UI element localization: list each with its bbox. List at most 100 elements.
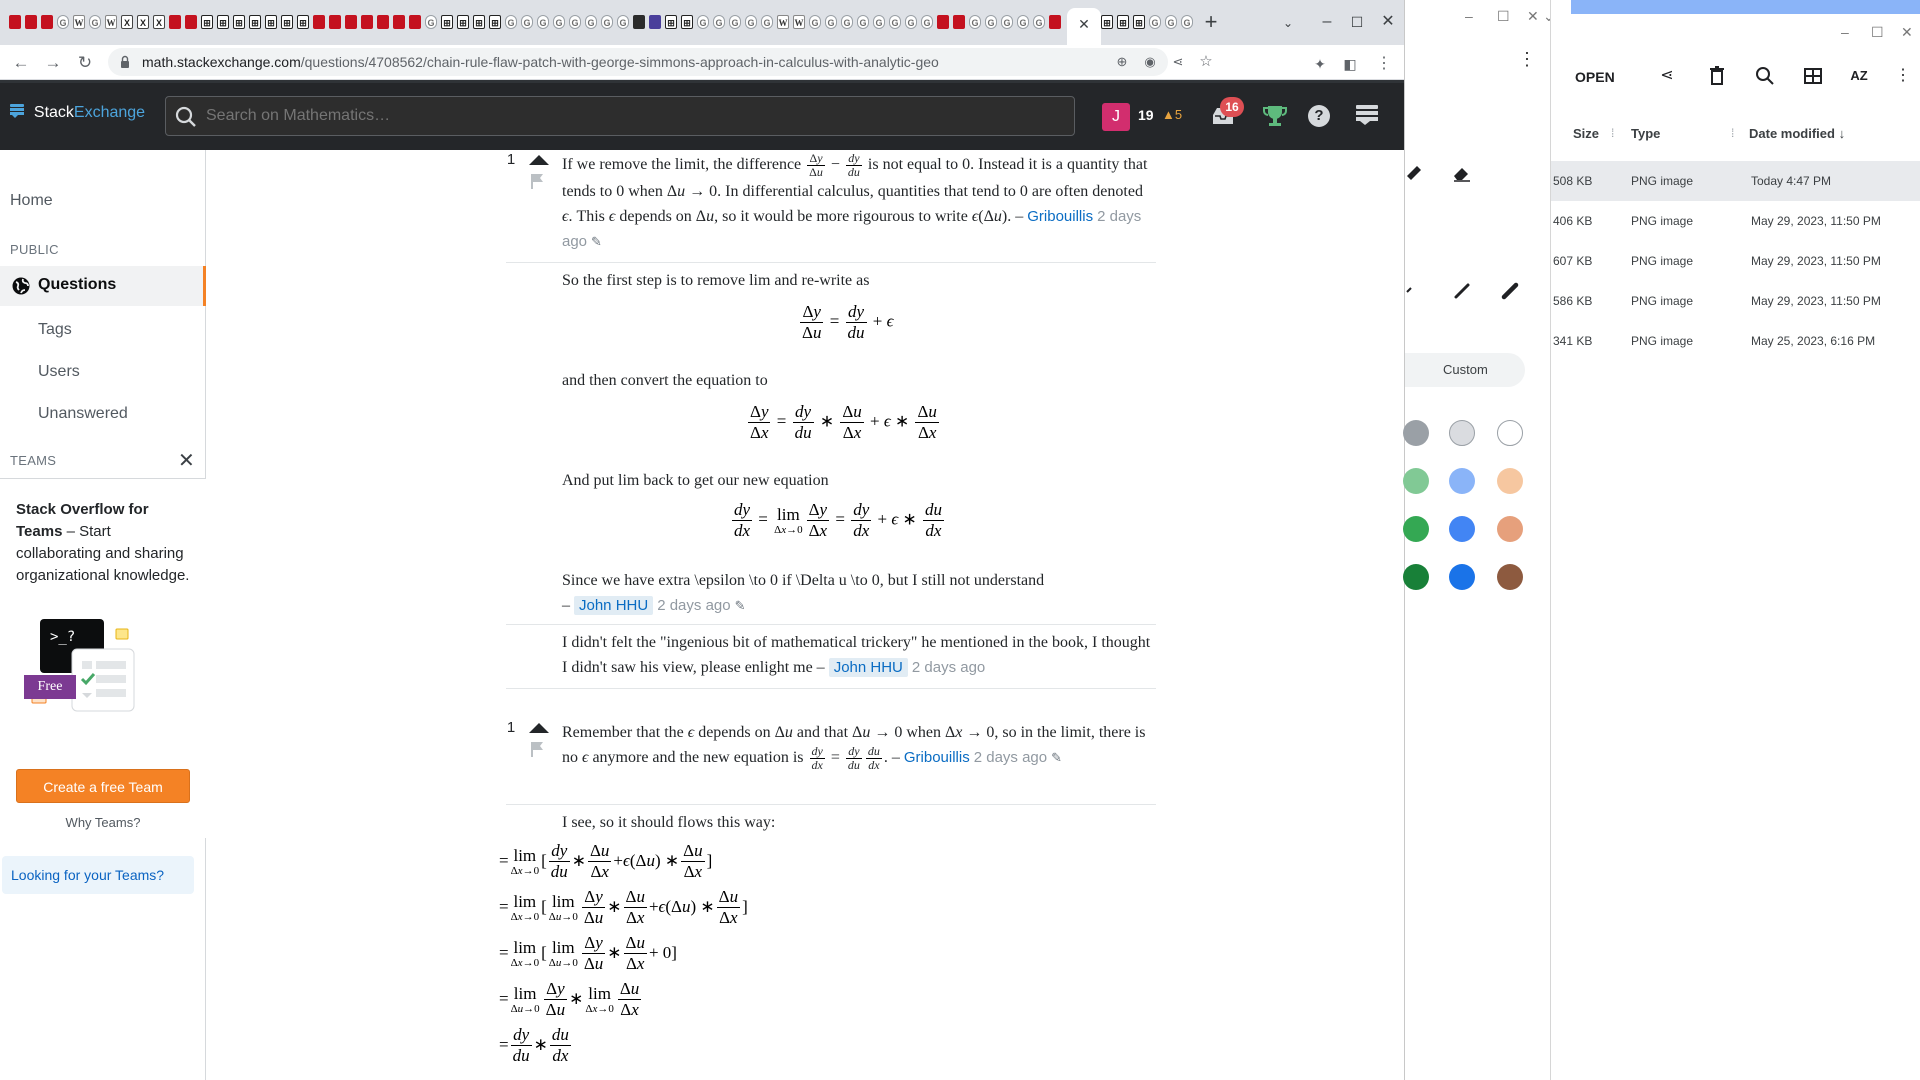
stackexchange-logo[interactable]: StackExchange: [10, 104, 145, 128]
nav-unanswered[interactable]: Unanswered: [38, 405, 128, 423]
tab-favicon[interactable]: [345, 15, 357, 29]
tab-favicon[interactable]: W: [793, 15, 805, 29]
tab-favicon[interactable]: G: [1017, 15, 1029, 29]
tab-favicon[interactable]: [649, 15, 661, 29]
back-icon[interactable]: ←: [8, 50, 34, 76]
tab-favicon[interactable]: G: [89, 15, 101, 29]
tab-favicon[interactable]: X: [153, 15, 165, 29]
new-tab-button[interactable]: +: [1199, 11, 1223, 35]
pen-thin-icon[interactable]: [1405, 280, 1427, 302]
comment-author-link[interactable]: Gribouillis: [904, 749, 970, 766]
tab-favicon[interactable]: [393, 15, 405, 29]
maximize-button[interactable]: ☐: [1344, 10, 1370, 34]
column-header-date-modified[interactable]: Date modified ↓: [1749, 126, 1845, 141]
eraser-tool-icon[interactable]: [1451, 162, 1473, 184]
tab-favicon[interactable]: G: [505, 15, 517, 29]
tab-favicon[interactable]: ⊞: [489, 15, 501, 29]
tab-favicon[interactable]: X: [137, 15, 149, 29]
tab-favicon[interactable]: [25, 15, 37, 29]
comment-author-link[interactable]: John HHU: [828, 658, 908, 677]
file-row[interactable]: 341 KB PNG image May 25, 2023, 6:16 PM: [1551, 321, 1920, 361]
nav-users[interactable]: Users: [38, 363, 80, 381]
tab-favicon[interactable]: ⊞: [217, 15, 229, 29]
tab-favicon[interactable]: [185, 15, 197, 29]
color-swatch[interactable]: [1449, 516, 1475, 542]
column-header-type[interactable]: Type: [1631, 126, 1660, 141]
tab-favicon[interactable]: G: [585, 15, 597, 29]
file-row[interactable]: 508 KB PNG image Today 4:47 PM: [1551, 161, 1920, 201]
tab-favicon[interactable]: ⊞: [681, 15, 693, 29]
color-swatch[interactable]: [1403, 516, 1429, 542]
tab-favicon[interactable]: G: [569, 15, 581, 29]
pen-medium-icon[interactable]: [1451, 280, 1473, 302]
tab-favicon[interactable]: G: [841, 15, 853, 29]
close-icon[interactable]: ✕: [178, 448, 195, 473]
tab-favicon[interactable]: ⊞: [249, 15, 261, 29]
close-button[interactable]: ✕: [1375, 10, 1401, 34]
tab-favicon[interactable]: G: [697, 15, 709, 29]
color-swatch[interactable]: [1497, 420, 1523, 446]
tab-favicon[interactable]: ⊞: [441, 15, 453, 29]
why-teams-link[interactable]: Why Teams?: [0, 815, 206, 830]
edit-pencil-icon[interactable]: ✎: [591, 235, 602, 250]
tab-favicon[interactable]: W: [105, 15, 117, 29]
color-swatch[interactable]: [1497, 516, 1523, 542]
tab-favicon[interactable]: G: [1001, 15, 1013, 29]
marker-tool-icon[interactable]: [1405, 162, 1427, 184]
tab-favicon[interactable]: G: [809, 15, 821, 29]
custom-color-button[interactable]: Custom: [1405, 353, 1525, 387]
tab-favicon[interactable]: G: [521, 15, 533, 29]
tab-favicon[interactable]: G: [713, 15, 725, 29]
tab-favicon[interactable]: [169, 15, 181, 29]
column-header-size[interactable]: Size: [1573, 126, 1599, 141]
tab-favicon[interactable]: G: [905, 15, 917, 29]
tab-favicon[interactable]: G: [729, 15, 741, 29]
file-row[interactable]: 406 KB PNG image May 29, 2023, 11:50 PM: [1551, 201, 1920, 241]
tab-favicon[interactable]: G: [617, 15, 629, 29]
upvote-icon[interactable]: [529, 155, 549, 165]
achievements-trophy-icon[interactable]: [1262, 103, 1288, 129]
edit-pencil-icon[interactable]: ✎: [735, 599, 746, 614]
close-button[interactable]: ✕: [1527, 8, 1539, 25]
zoom-icon[interactable]: ⊕: [1112, 52, 1132, 72]
tab-favicon[interactable]: [937, 15, 949, 29]
close-button[interactable]: ✕: [1901, 24, 1913, 41]
delete-icon[interactable]: [1705, 64, 1729, 88]
user-avatar[interactable]: J: [1102, 103, 1130, 131]
tab-favicon[interactable]: ⊞: [1117, 15, 1129, 29]
maximize-button[interactable]: ☐: [1497, 8, 1510, 25]
upvote-icon[interactable]: [529, 723, 549, 733]
site-search-box[interactable]: [165, 96, 1075, 136]
tab-favicon[interactable]: G: [1181, 15, 1193, 29]
edit-pencil-icon[interactable]: ✎: [1051, 751, 1062, 766]
tab-favicon[interactable]: ⊞: [297, 15, 309, 29]
share-icon[interactable]: ⋖: [1655, 64, 1679, 88]
tab-favicon[interactable]: ⊞: [473, 15, 485, 29]
tab-favicon[interactable]: [409, 15, 421, 29]
color-swatch[interactable]: [1449, 468, 1475, 494]
tab-favicon[interactable]: G: [857, 15, 869, 29]
tab-favicon[interactable]: G: [825, 15, 837, 29]
tab-favicon[interactable]: G: [1033, 15, 1045, 29]
side-panel-icon[interactable]: ◧: [1340, 54, 1360, 74]
grid-view-icon[interactable]: [1801, 64, 1825, 88]
tab-favicon[interactable]: G: [537, 15, 549, 29]
file-row[interactable]: 586 KB PNG image May 29, 2023, 11:50 PM: [1551, 281, 1920, 321]
tab-favicon[interactable]: G: [921, 15, 933, 29]
color-swatch[interactable]: [1403, 468, 1429, 494]
site-switcher-icon[interactable]: [1356, 105, 1378, 125]
tab-close-icon[interactable]: ✕: [1073, 13, 1095, 35]
tab-favicon[interactable]: W: [777, 15, 789, 29]
tab-favicon[interactable]: [9, 15, 21, 29]
tab-favicon[interactable]: ⊞: [265, 15, 277, 29]
tab-favicon[interactable]: [953, 15, 965, 29]
tab-favicon[interactable]: G: [553, 15, 565, 29]
tab-favicon[interactable]: G: [601, 15, 613, 29]
color-swatch[interactable]: [1497, 468, 1523, 494]
maximize-button[interactable]: ☐: [1871, 24, 1884, 41]
tab-favicon[interactable]: G: [761, 15, 773, 29]
tab-favicon[interactable]: [377, 15, 389, 29]
help-icon[interactable]: ?: [1308, 105, 1330, 127]
comment-author-link[interactable]: John HHU: [574, 596, 654, 615]
tab-favicon[interactable]: G: [889, 15, 901, 29]
